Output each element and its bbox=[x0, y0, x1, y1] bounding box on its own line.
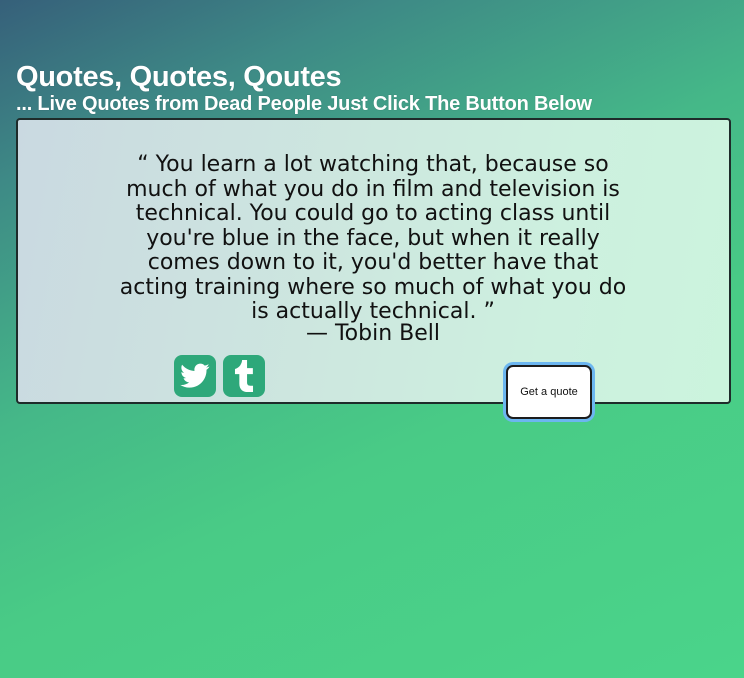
page: { "header": { "title": "Quotes, Quotes, … bbox=[0, 0, 744, 678]
header: Quotes, Quotes, Qoutes ... Live Quotes f… bbox=[16, 60, 736, 114]
twitter-share-button[interactable] bbox=[174, 355, 216, 397]
tumblr-icon bbox=[234, 360, 254, 392]
twitter-icon bbox=[180, 363, 210, 388]
quote-text: “ You learn a lot watching that, because… bbox=[119, 152, 627, 324]
page-subtitle: ... Live Quotes from Dead People Just Cl… bbox=[16, 93, 592, 115]
quote-box: “ You learn a lot watching that, because… bbox=[16, 118, 731, 419]
tumblr-share-button[interactable] bbox=[223, 355, 265, 397]
quote-author: — Tobin Bell bbox=[305, 321, 441, 346]
page-title: Quotes, Quotes, Qoutes bbox=[16, 61, 342, 93]
get-quote-button[interactable]: Get a quote bbox=[506, 365, 592, 419]
